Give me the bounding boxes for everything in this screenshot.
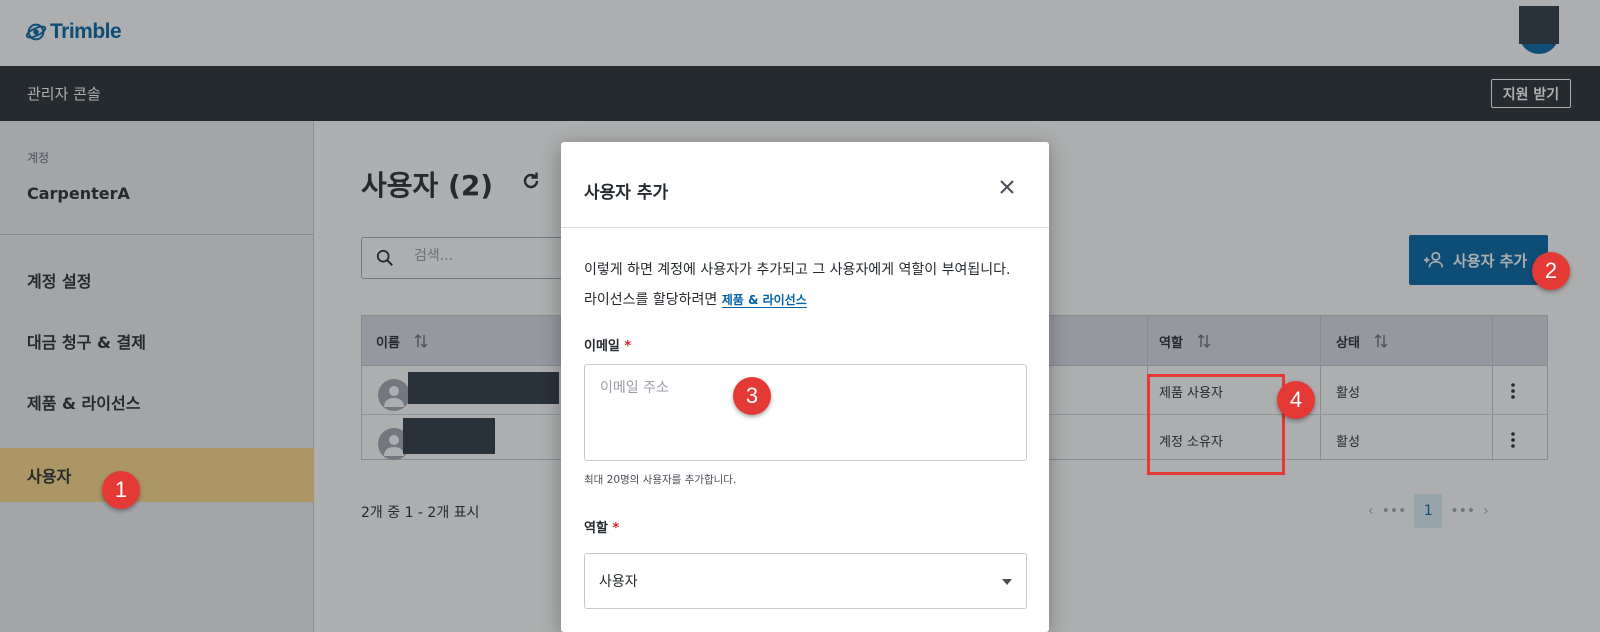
dialog-title: 사용자 추가 — [584, 183, 669, 203]
role-label: 역할 * — [584, 521, 620, 536]
annotation-badge: 1 — [102, 471, 140, 509]
role-select-value: 사용자 — [599, 574, 638, 590]
dialog-header: 사용자 추가 — [561, 142, 1049, 228]
close-icon[interactable] — [997, 177, 1017, 197]
role-select[interactable]: 사용자 — [584, 553, 1027, 609]
caret-down-icon — [1002, 579, 1012, 585]
role-column-highlight — [1147, 374, 1285, 475]
products-licenses-link[interactable]: 제품 & 라이선스 — [721, 293, 807, 308]
email-hint: 최대 20명의 사용자를 추가합니다. — [584, 474, 737, 486]
annotation-badge: 4 — [1277, 381, 1315, 419]
email-label: 이메일 * — [584, 339, 632, 354]
annotation-badge: 3 — [733, 377, 771, 415]
email-input[interactable] — [584, 364, 1027, 461]
annotation-badge: 2 — [1532, 252, 1570, 290]
dialog-description: 이렇게 하면 계정에 사용자가 추가되고 그 사용자에게 역할이 부여됩니다. … — [584, 262, 1011, 308]
required-mark: * — [624, 339, 632, 354]
required-mark: * — [612, 521, 620, 536]
add-user-dialog: 사용자 추가 이렇게 하면 계정에 사용자가 추가되고 그 사용자에게 역할이 … — [561, 142, 1049, 632]
